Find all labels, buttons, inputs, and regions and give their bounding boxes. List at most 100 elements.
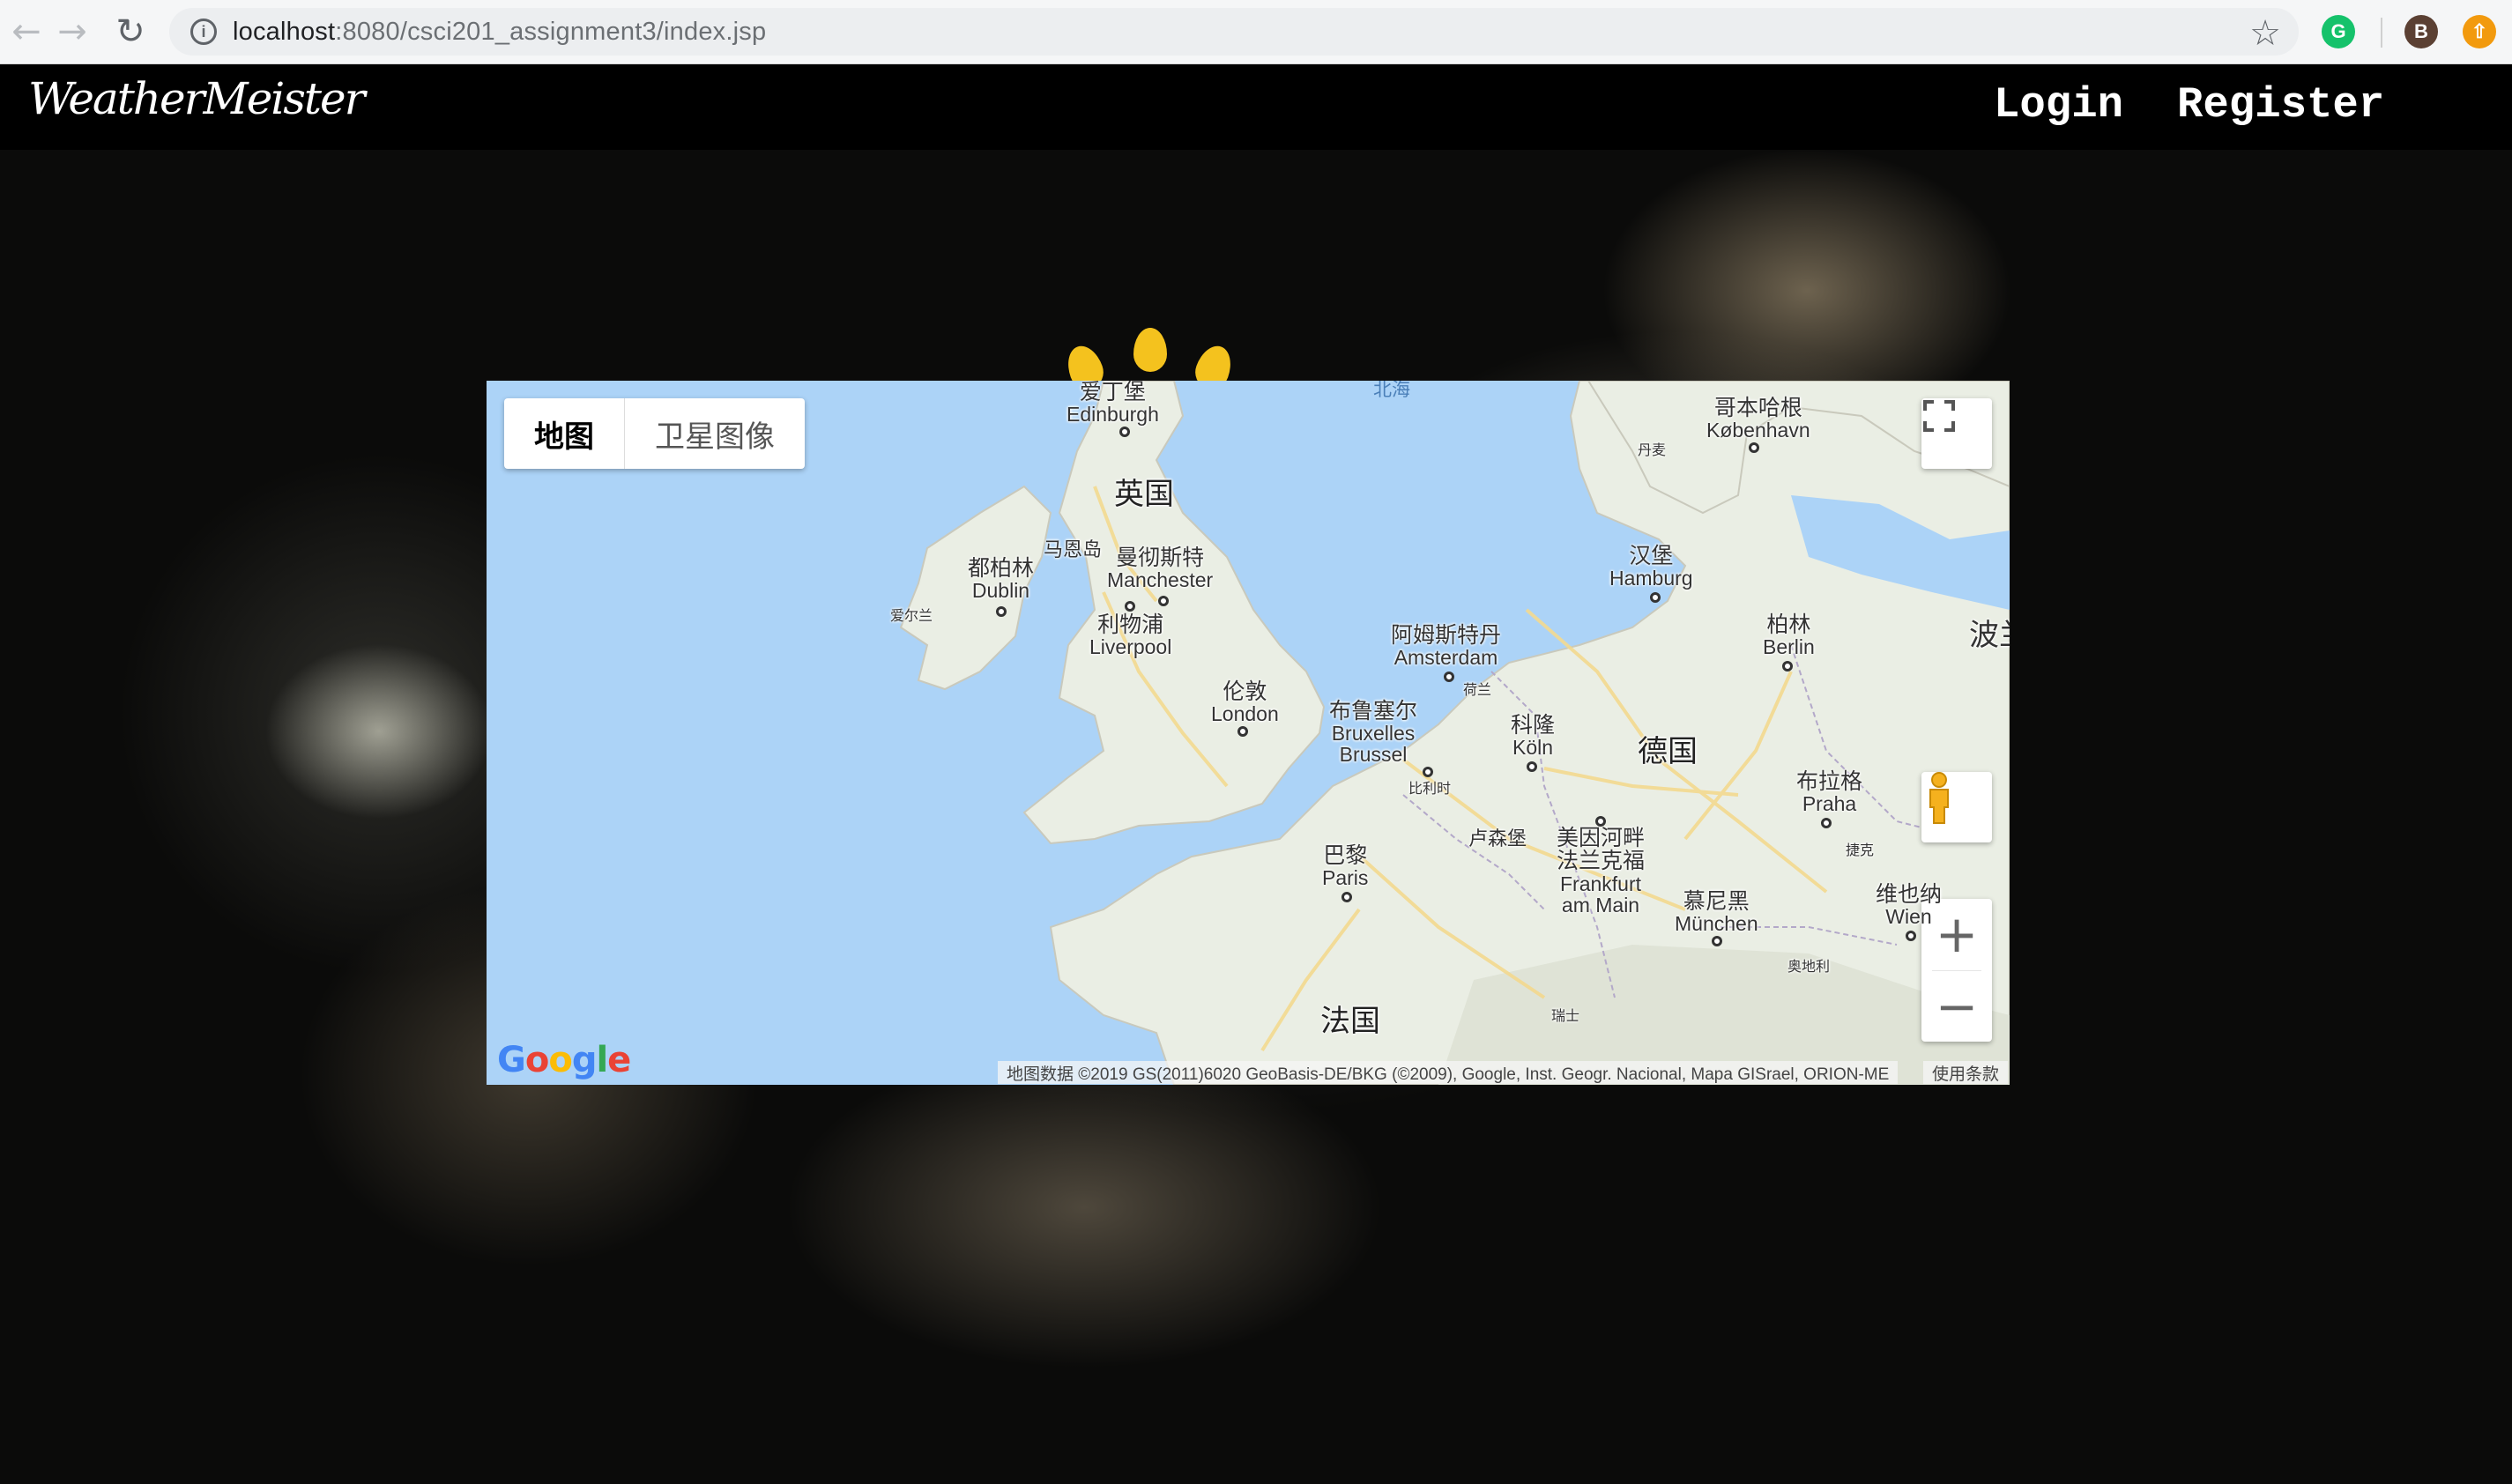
label-en: am Main <box>1561 893 1640 916</box>
label-en: Dublin <box>971 579 1030 603</box>
map-label-copenhagen: 哥本哈根 København <box>1706 397 1810 441</box>
zoom-out-button[interactable]: − <box>1921 971 1992 1043</box>
city-dot <box>1125 601 1135 612</box>
map-label-austria: 奥地利 <box>1787 960 1831 975</box>
city-dot <box>1749 442 1759 453</box>
map-type-map-button[interactable]: 地图 <box>504 398 625 469</box>
label-zh: 哥本哈根 <box>1713 396 1802 420</box>
map-label-edinburgh: 爱丁堡 Edinburgh <box>1066 381 1159 425</box>
map-label-liverpool: 利物浦 Liverpool <box>1089 612 1172 659</box>
label-zh: 爱丁堡 <box>1079 381 1146 404</box>
label-en: Bruxelles <box>1331 722 1416 746</box>
map-label-amsterdam: 阿姆斯特丹 Amsterdam <box>1391 623 1502 670</box>
map-label-ireland: 爱尔兰 <box>890 609 933 624</box>
map-label-vienna: 维也纳 Wien <box>1876 883 1942 929</box>
label-zh: 巴黎 <box>1323 843 1368 868</box>
city-dot <box>1712 936 1722 946</box>
label-en: Liverpool <box>1089 635 1172 659</box>
url-host: localhost <box>233 17 336 46</box>
city-dot <box>1158 596 1169 606</box>
reload-icon[interactable]: ↻ <box>104 5 157 58</box>
orange-extension-icon[interactable]: ⇧ <box>2463 15 2496 48</box>
map-label-germany: 德国 <box>1638 735 1698 768</box>
map-label-cologne: 科隆 Köln <box>1511 713 1556 760</box>
label-en: København <box>1706 419 1810 442</box>
label-en: Praha <box>1802 792 1857 816</box>
map-label-netherlands: 荷兰 <box>1463 683 1492 698</box>
label-en: Brussel <box>1339 743 1408 767</box>
label-zh: 慕尼黑 <box>1683 889 1750 914</box>
map-type-satellite-button[interactable]: 卫星图像 <box>625 398 805 469</box>
star-icon[interactable]: ☆ <box>2249 13 2281 54</box>
map-label-manchester: 曼彻斯特 Manchester <box>1107 546 1213 591</box>
label-zh: 布拉格 <box>1796 769 1863 794</box>
city-dot <box>1821 818 1832 828</box>
site-info-icon[interactable]: i <box>190 19 217 45</box>
label-zh: 布鲁塞尔 <box>1329 699 1418 723</box>
sun-flare <box>264 643 494 820</box>
map-label-isle-of-man: 马恩岛 <box>1044 538 1103 560</box>
label-en: Frankfurt <box>1559 872 1642 895</box>
label-en: Amsterdam <box>1393 646 1498 670</box>
browser-toolbar: ← → ↻ i localhost:8080/csci201_assignmen… <box>0 0 2512 64</box>
url-text[interactable]: localhost:8080/csci201_assignment3/index… <box>233 18 766 47</box>
map-tiles <box>899 381 2010 1085</box>
city-dot <box>1119 427 1130 437</box>
google-logo[interactable]: Google <box>497 1040 631 1080</box>
forward-icon[interactable]: → <box>46 5 99 58</box>
map-label-munich: 慕尼黑 München <box>1675 889 1758 936</box>
city-dot <box>1527 761 1537 772</box>
map-label-belgium: 比利时 <box>1408 782 1452 797</box>
city-dot <box>1782 661 1793 672</box>
street-view-pegman-icon[interactable] <box>1921 772 1992 842</box>
address-bar[interactable]: i localhost:8080/csci201_assignment3/ind… <box>169 8 2299 56</box>
city-dot <box>996 606 1007 617</box>
label-en: München <box>1675 912 1758 936</box>
label-zh: 柏林 <box>1766 612 1811 637</box>
fullscreen-icon[interactable] <box>1921 398 1992 469</box>
profile-avatar[interactable]: B <box>2404 15 2438 48</box>
map-label-france: 法国 <box>1320 1005 1380 1038</box>
label-zh: 法兰克福 <box>1557 849 1646 874</box>
map-label-dublin: 都柏林 Dublin <box>968 556 1035 603</box>
label-zh: 阿姆斯特丹 <box>1391 623 1502 648</box>
city-dot <box>1423 767 1433 777</box>
city-dot <box>1906 931 1916 941</box>
map-label-hamburg: 汉堡 Hamburg <box>1609 544 1693 590</box>
city-dot <box>1341 892 1352 902</box>
terms-of-use-link[interactable]: 使用条款 <box>1923 1061 2009 1084</box>
sun-drop-icon <box>1133 328 1167 372</box>
label-en: Hamburg <box>1609 567 1693 590</box>
map-label-denmark: 丹麦 <box>1638 443 1667 458</box>
map-label-prague: 布拉格 Praha <box>1796 769 1863 816</box>
back-icon[interactable]: ← <box>0 5 53 58</box>
map-label-uk: 英国 <box>1114 478 1174 511</box>
label-zh: 科隆 <box>1511 713 1556 738</box>
map-attribution: 地图数据 ©2019 GS(2011)6020 GeoBasis-DE/BKG … <box>998 1061 1899 1084</box>
label-en: Wien <box>1885 905 1932 929</box>
map-label-london: 伦敦 London <box>1211 680 1279 726</box>
map-label-czech: 捷克 <box>1846 843 1875 858</box>
label-en: London <box>1211 702 1279 726</box>
map-label-switzerland: 瑞士 <box>1551 1009 1580 1024</box>
url-path: :8080/csci201_assignment3/index.jsp <box>335 17 767 46</box>
site-header: WeatherMeister Login Register <box>0 64 2512 150</box>
login-link[interactable]: Login <box>1994 80 2123 130</box>
city-dot <box>1595 816 1606 827</box>
map-label-north-sea: 北海 <box>1373 381 1410 400</box>
map-label-luxembourg: 卢森堡 <box>1468 827 1527 850</box>
map-type-control: 地图 卫星图像 <box>504 398 805 469</box>
label-zh: 利物浦 <box>1097 612 1164 637</box>
city-dot <box>1650 592 1661 603</box>
google-map[interactable]: 地图 卫星图像 + − 爱丁堡 Edinburgh 英国 马恩岛 都柏林 Dubli… <box>487 381 2010 1085</box>
label-en: Paris <box>1322 866 1369 890</box>
toolbar-divider <box>2381 18 2382 48</box>
city-dot <box>1444 672 1454 682</box>
grammarly-extension-icon[interactable]: G <box>2322 15 2355 48</box>
label-zh: 汉堡 <box>1629 544 1674 568</box>
register-link[interactable]: Register <box>2177 80 2384 130</box>
label-zh: 都柏林 <box>968 556 1035 581</box>
map-label-berlin: 柏林 Berlin <box>1763 612 1815 658</box>
label-en: Köln <box>1512 736 1554 760</box>
site-logo[interactable]: WeatherMeister <box>28 73 366 124</box>
